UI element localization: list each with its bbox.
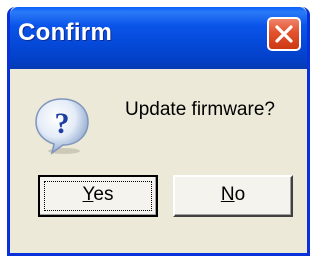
title-bar[interactable]: Confirm [10,7,307,69]
confirm-dialog: Confirm ? Update firmware? Yes No [7,7,310,256]
yes-button-label: Yes [82,184,113,205]
dialog-title: Confirm [18,19,113,46]
dialog-body: ? Update firmware? Yes No [10,69,307,253]
no-accelerator: N [220,184,235,205]
no-button[interactable]: No [173,175,293,217]
yes-accelerator: Y [82,184,94,205]
yes-label-rest: es [93,184,114,205]
dialog-message: Update firmware? [125,99,275,120]
close-icon [275,25,293,43]
svg-text:?: ? [55,107,70,140]
close-button[interactable] [267,17,301,51]
no-button-label: No [221,184,245,205]
no-label-rest: o [234,184,246,205]
yes-button[interactable]: Yes [38,175,158,217]
question-icon: ? [35,98,89,155]
